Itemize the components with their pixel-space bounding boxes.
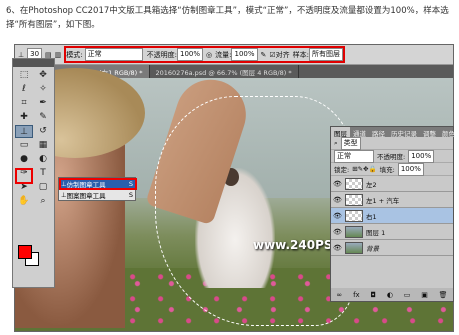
eye-icon[interactable]: 👁 xyxy=(333,196,342,204)
trash-icon[interactable]: 🗑 xyxy=(439,291,448,299)
stamp-highlight xyxy=(15,168,33,184)
lock-icons[interactable]: ⊞✎✥🔒 xyxy=(352,165,376,173)
clone-source-icon[interactable]: ▥ xyxy=(55,51,62,59)
tab-channels[interactable]: 通道 xyxy=(350,127,369,138)
opacity-label: 不透明度: xyxy=(377,153,406,161)
eye-icon[interactable]: 👁 xyxy=(333,244,342,252)
gradient-icon[interactable]: ▦ xyxy=(34,139,52,152)
layer-thumbnail xyxy=(345,225,363,238)
layer-row[interactable]: 👁 左2 xyxy=(331,176,453,192)
mask-icon[interactable]: ◘ xyxy=(370,291,376,299)
airbrush-icon[interactable]: ✎ xyxy=(261,51,267,59)
eye-icon[interactable]: 👁 xyxy=(333,212,342,220)
caption: 6、在Photoshop CC2017中文版工具箱选择“仿制图章工具”，模式“正… xyxy=(6,6,449,30)
marquee-tool-icon[interactable]: ⬚ xyxy=(15,69,33,82)
sample-select[interactable]: 所有图层 xyxy=(309,48,344,61)
layer-thumbnail xyxy=(345,177,363,190)
quick-select-icon[interactable]: ✧ xyxy=(34,83,52,96)
tab-layers[interactable]: 图层 xyxy=(331,127,350,138)
layer-thumbnail xyxy=(345,209,363,222)
new-layer-icon[interactable]: ▣ xyxy=(421,291,428,299)
foreground-color-swatch[interactable] xyxy=(18,245,32,259)
layer-name: 背景 xyxy=(366,244,379,253)
fx-icon[interactable]: fx xyxy=(353,291,360,299)
layers-footer: ∞ fx ◘ ◐ ▭ ▣ 🗑 xyxy=(331,288,453,301)
zoom-tool-icon[interactable]: ⌕ xyxy=(34,195,52,208)
filter-row: ⌕ 类型 xyxy=(331,136,453,150)
eyedropper-icon[interactable]: ✒ xyxy=(34,97,52,110)
shortcut-key: S xyxy=(128,190,133,199)
hand-tool-icon[interactable]: ✋ xyxy=(15,195,33,208)
tab-history[interactable]: 历史记录 xyxy=(388,127,420,138)
layer-thumbnail xyxy=(345,241,363,254)
shape-tool-icon[interactable]: ▢ xyxy=(34,181,52,194)
mode-select[interactable]: 正常 xyxy=(84,48,143,61)
align-label: 对齐 xyxy=(275,50,290,59)
pressure-opacity-icon[interactable]: ◎ xyxy=(206,51,212,59)
blur-icon[interactable]: ● xyxy=(15,153,33,166)
folder-icon[interactable]: ▭ xyxy=(404,291,411,299)
blend-row: 正常 不透明度: 100% xyxy=(331,149,453,163)
opacity-label: 不透明度: xyxy=(146,50,177,59)
lock-label: 锁定: xyxy=(334,166,350,174)
flow-label: 流量: xyxy=(215,50,232,59)
sample-label: 样本: xyxy=(292,50,310,59)
search-icon: ⌕ xyxy=(334,138,338,147)
tab-color[interactable]: 颜色 xyxy=(439,127,458,138)
fill-input[interactable]: 100% xyxy=(397,162,424,176)
lasso-tool-icon[interactable]: ℓ xyxy=(15,83,33,96)
type-tool-icon[interactable]: T xyxy=(34,167,52,180)
layer-row[interactable]: 👁 背景 xyxy=(331,240,453,256)
layer-row[interactable]: 👁 左1 + 汽车 xyxy=(331,192,453,208)
clone-stamp-icon[interactable]: ⊥ xyxy=(15,125,33,138)
flyout-item-pattern-stamp[interactable]: ⊥ 图案图章工具 S xyxy=(59,189,135,200)
brush-tool-icon[interactable]: ✎ xyxy=(34,111,52,124)
eye-icon[interactable]: 👁 xyxy=(333,228,342,236)
highlight-box: 模式: 正常 不透明度: 100% ◎ 流量: 100% ✎ ☑ 对齐 样本: … xyxy=(64,46,346,63)
stamp-tool-flyout: ⊥ 仿制图章工具 S ⊥ 图案图章工具 S xyxy=(58,177,137,201)
mode-label: 模式: xyxy=(66,50,83,59)
opacity-input[interactable]: 100% xyxy=(177,48,204,61)
toolbox-header[interactable] xyxy=(13,59,54,67)
link-icon[interactable]: ∞ xyxy=(336,291,342,299)
adjustment-icon[interactable]: ◐ xyxy=(387,291,393,299)
layer-name: 左2 xyxy=(366,180,377,189)
flow-input[interactable]: 100% xyxy=(231,48,258,61)
toolbox: ⬚ ✥ ℓ ✧ ⌗ ✒ ✚ ✎ ⊥ ↺ ▭ ▦ ● ◐ ✑ T ➤ ▢ ✋ ⌕ xyxy=(12,58,55,288)
layer-opacity-input[interactable]: 100% xyxy=(408,149,435,163)
layers-panel: 图层 通道 路径 历史记录 调整 颜色 ⌕ 类型 正常 不透明度: 100% 锁… xyxy=(330,126,455,302)
flyout-highlight xyxy=(59,178,137,190)
panel-tabs: 图层 通道 路径 历史记录 调整 颜色 xyxy=(331,127,455,138)
tab-document-2[interactable]: 20160276a.psd @ 66.7% (图层 4 RGB/8) * xyxy=(150,65,299,78)
filter-select[interactable]: 类型 xyxy=(340,136,361,150)
blend-mode-select[interactable]: 正常 xyxy=(334,149,374,163)
eye-icon[interactable]: 👁 xyxy=(333,180,342,188)
layer-thumbnail xyxy=(345,193,363,206)
crop-tool-icon[interactable]: ⌗ xyxy=(15,97,33,110)
lock-row: 锁定: ⊞✎✥🔒 填充: 100% xyxy=(331,162,453,176)
healing-brush-icon[interactable]: ✚ xyxy=(15,111,33,124)
options-bar: ⊥ 30 ▤ ▥ 模式: 正常 不透明度: 100% ◎ 流量: 100% ✎ … xyxy=(15,45,453,65)
layer-row-active[interactable]: 👁 右1 xyxy=(331,208,453,224)
move-tool-icon[interactable]: ✥ xyxy=(34,69,52,82)
tab-adjustments[interactable]: 调整 xyxy=(420,127,439,138)
fill-label: 填充: xyxy=(379,166,395,174)
marching-ants-selection xyxy=(155,96,355,326)
dodge-icon[interactable]: ◐ xyxy=(34,153,52,166)
flyout-label: 图案图章工具 xyxy=(66,191,106,200)
layer-name: 图层 1 xyxy=(366,228,386,237)
history-brush-icon[interactable]: ↺ xyxy=(34,125,52,138)
eraser-icon[interactable]: ▭ xyxy=(15,139,33,152)
layer-row[interactable]: 👁 图层 1 xyxy=(331,224,453,240)
tab-paths[interactable]: 路径 xyxy=(369,127,388,138)
layer-name: 右1 xyxy=(366,212,377,221)
layer-name: 左1 + 汽车 xyxy=(366,196,400,205)
